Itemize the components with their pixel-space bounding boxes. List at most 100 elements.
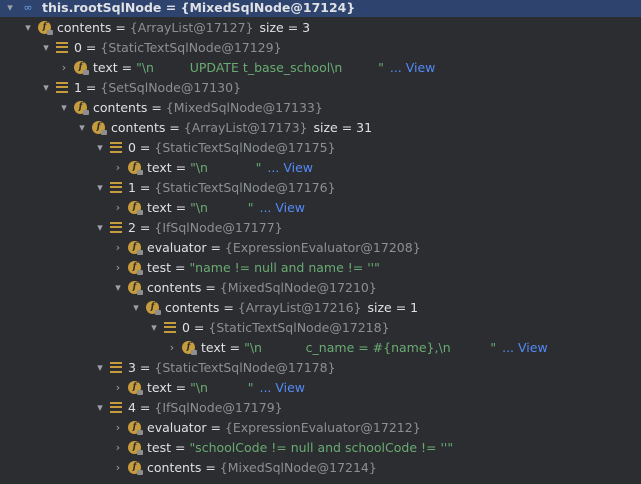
variable-type: {ArrayList@17216}: [237, 299, 362, 315]
equals-sign: =: [206, 419, 225, 435]
tree-row[interactable]: ▾ ∞ this.rootSqlNode = {MixedSqlNode@17124…: [0, 0, 641, 17]
string-value: "\n ": [190, 159, 262, 175]
variable-type: {ArrayList@17173}: [183, 119, 308, 135]
tree-row[interactable]: › f text = "\n c_name = #{name},\n " ... Vi…: [0, 337, 641, 357]
equals-sign: =: [201, 459, 220, 475]
collection-size: size = 31: [313, 119, 373, 135]
variable-type: {StaticTextSqlNode@17129}: [100, 39, 282, 55]
chevron-down-icon[interactable]: ▾: [94, 357, 106, 377]
string-value: "\n ": [190, 199, 254, 215]
tree-row[interactable]: › f text = "\n " ... View: [0, 157, 641, 177]
chevron-down-icon[interactable]: ▾: [94, 397, 106, 417]
variable-type: {StaticTextSqlNode@17178}: [154, 359, 336, 375]
equals-sign: =: [111, 19, 130, 35]
field-icon: f: [128, 240, 143, 255]
view-link[interactable]: ... View: [390, 60, 436, 75]
tree-row[interactable]: › f test = "schoolCode != null and schoolC…: [0, 437, 641, 457]
oo-icon: ∞: [23, 0, 32, 14]
tree-row[interactable]: ▾ 4 = {IfSqlNode@17179}: [0, 397, 641, 417]
collection-size: size = 3: [259, 19, 311, 35]
equals-sign: =: [81, 79, 101, 95]
chevron-right-icon[interactable]: ›: [112, 437, 124, 457]
field-icon: f: [38, 20, 53, 35]
chevron-right-icon[interactable]: ›: [112, 157, 124, 177]
tree-row[interactable]: ▾ f contents = {ArrayList@17216} size = 1: [0, 297, 641, 317]
field-icon: f: [128, 460, 143, 475]
variable-type: {ExpressionEvaluator@17212}: [224, 419, 421, 435]
chevron-down-icon[interactable]: ▾: [94, 217, 106, 237]
tree-row[interactable]: › f text = "\n " ... View: [0, 197, 641, 217]
list-icon: [110, 221, 122, 233]
field-icon: f: [92, 120, 107, 135]
tree-row[interactable]: ▾ f contents = {ArrayList@17127} size = 3: [0, 17, 641, 37]
chevron-right-icon[interactable]: ›: [112, 377, 124, 397]
chevron-down-icon[interactable]: ▾: [112, 277, 124, 297]
tree-row[interactable]: › f evaluator = {ExpressionEvaluator@17212…: [0, 417, 641, 437]
tree-row[interactable]: ▾ 2 = {IfSqlNode@17177}: [0, 217, 641, 237]
tree-row[interactable]: ▾ 3 = {StaticTextSqlNode@17178}: [0, 357, 641, 377]
equals-sign: =: [135, 399, 155, 415]
tree-row[interactable]: ▾ 1 = {SetSqlNode@17130}: [0, 77, 641, 97]
chevron-right-icon[interactable]: ›: [112, 197, 124, 217]
variable-name: 3: [128, 359, 136, 375]
chevron-down-icon[interactable]: ▾: [58, 97, 70, 117]
tree-row[interactable]: ▾ f contents = {MixedSqlNode@17133}: [0, 97, 641, 117]
equals-sign: =: [171, 159, 191, 175]
chevron-down-icon[interactable]: ▾: [94, 137, 106, 157]
tree-row[interactable]: ▾ f contents = {ArrayList@17173} size = 31: [0, 117, 641, 137]
equals-sign: =: [165, 119, 184, 135]
field-icon: f: [128, 380, 143, 395]
tree-row[interactable]: › f test = "name != null and name != ''": [0, 257, 641, 277]
chevron-down-icon[interactable]: ▾: [76, 117, 88, 137]
equals-sign: =: [135, 139, 155, 155]
variable-name: 0: [128, 139, 136, 155]
tree-row[interactable]: ▾ 1 = {StaticTextSqlNode@17176}: [0, 177, 641, 197]
chevron-down-icon[interactable]: ▾: [40, 37, 52, 57]
variable-type: {IfSqlNode@17177}: [154, 219, 283, 235]
chevron-right-icon[interactable]: ›: [112, 457, 124, 477]
chevron-right-icon[interactable]: ›: [112, 237, 124, 257]
equals-sign: =: [135, 179, 155, 195]
variable-name: text: [201, 339, 226, 355]
view-link[interactable]: ... View: [502, 340, 548, 355]
tree-row[interactable]: ▾ 0 = {StaticTextSqlNode@17175}: [0, 137, 641, 157]
debugger-variables-tree[interactable]: ▾ ∞ this.rootSqlNode = {MixedSqlNode@17124…: [0, 0, 641, 484]
chevron-right-icon[interactable]: ›: [112, 417, 124, 437]
variable-type: {ExpressionEvaluator@17208}: [224, 239, 421, 255]
variable-name: contents: [147, 459, 202, 475]
variable-type: {MixedSqlNode@17133}: [165, 99, 323, 115]
view-link[interactable]: ... View: [259, 200, 305, 215]
variable-type: {IfSqlNode@17179}: [154, 399, 283, 415]
chevron-right-icon[interactable]: ›: [112, 257, 124, 277]
chevron-right-icon[interactable]: ›: [166, 337, 178, 357]
variable-name: text: [147, 199, 172, 215]
chevron-down-icon[interactable]: ▾: [40, 77, 52, 97]
field-icon: f: [146, 300, 161, 315]
chevron-down-icon[interactable]: ▾: [22, 17, 34, 37]
chevron-down-icon[interactable]: ▾: [94, 177, 106, 197]
tree-row[interactable]: ▾ 0 = {StaticTextSqlNode@17218}: [0, 317, 641, 337]
view-link[interactable]: ... View: [259, 380, 305, 395]
tree-row[interactable]: › f contents = {MixedSqlNode@17214}: [0, 457, 641, 477]
tree-row[interactable]: › f text = "\n UPDATE t_base_school\n "...…: [0, 57, 641, 77]
tree-row[interactable]: › f evaluator = {ExpressionEvaluator@17208…: [0, 237, 641, 257]
variable-type: {MixedSqlNode@17210}: [219, 279, 377, 295]
string-value: "schoolCode != null and schoolCode != ''…: [189, 439, 454, 455]
tree-row[interactable]: › f text = "\n " ... View: [0, 377, 641, 397]
variable-name: text: [93, 59, 118, 75]
tree-row[interactable]: ▾ 0 = {StaticTextSqlNode@17129}: [0, 37, 641, 57]
equals-sign: =: [135, 219, 155, 235]
chevron-right-icon[interactable]: ›: [58, 57, 70, 77]
variable-name: 4: [128, 399, 136, 415]
variable-type: {MixedSqlNode@17214}: [219, 459, 377, 475]
view-link[interactable]: ... View: [267, 160, 313, 175]
variable-type: {StaticTextSqlNode@17218}: [208, 319, 390, 335]
field-icon: f: [128, 280, 143, 295]
tree-row[interactable]: ▾ f contents = {MixedSqlNode@17210}: [0, 277, 641, 297]
chevron-down-icon[interactable]: ▾: [130, 297, 142, 317]
chevron-down-icon[interactable]: ▾: [4, 0, 16, 17]
chevron-down-icon[interactable]: ▾: [148, 317, 160, 337]
list-icon: [110, 181, 122, 193]
equals-sign: =: [206, 239, 225, 255]
variable-type: {SetSqlNode@17130}: [100, 79, 242, 95]
